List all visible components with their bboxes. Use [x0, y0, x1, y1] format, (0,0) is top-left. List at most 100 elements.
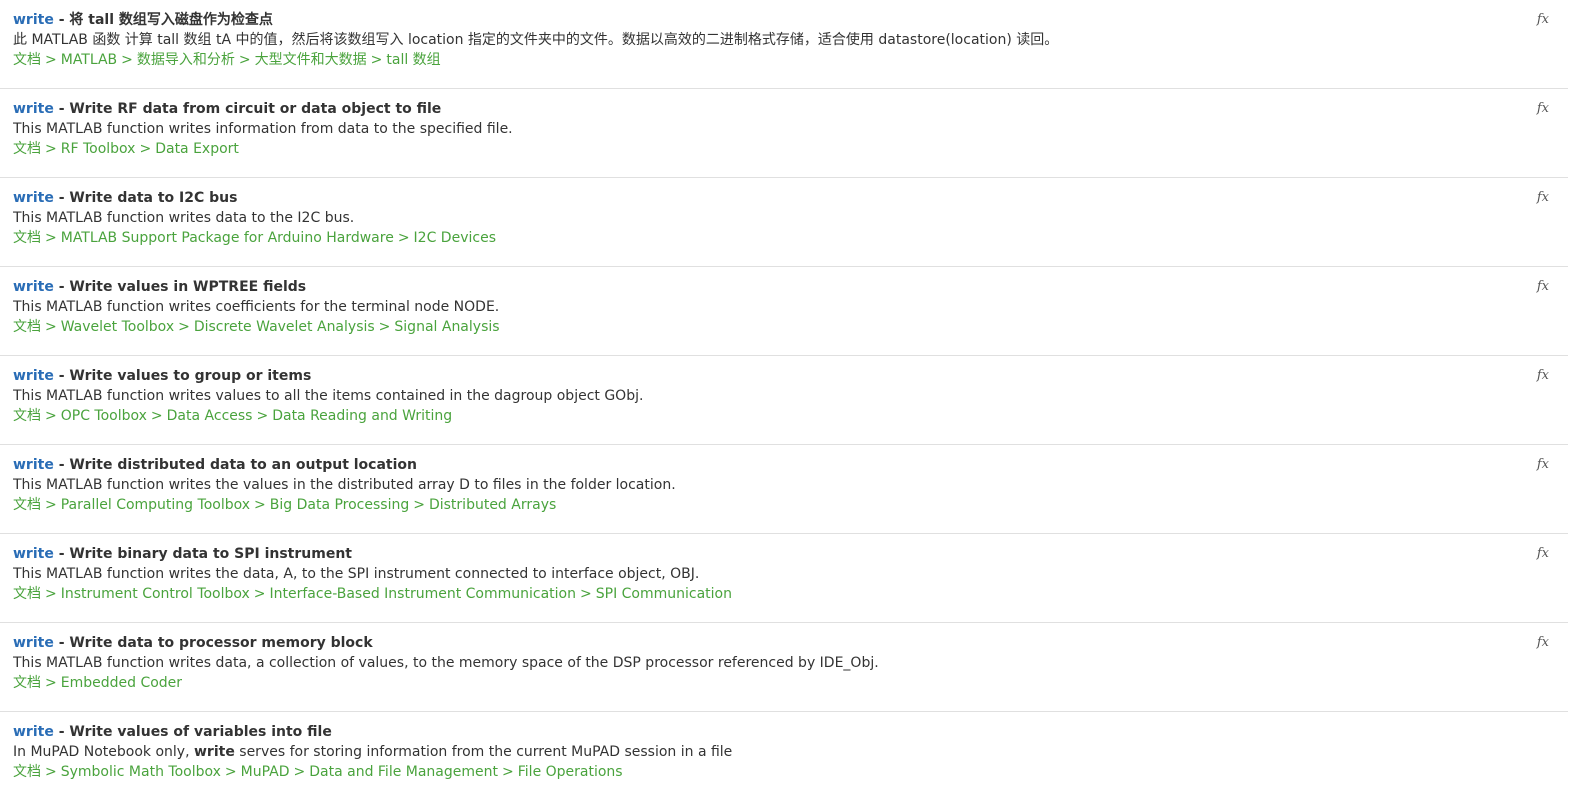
result-keyword-link[interactable]: write	[13, 190, 54, 206]
breadcrumb-item[interactable]: 大型文件和大数据	[255, 52, 367, 68]
result-item: write - Write values of variables into f…	[0, 712, 1568, 795]
breadcrumb-item[interactable]: 文档	[13, 497, 41, 513]
breadcrumb: 文档 > OPC Toolbox > Data Access > Data Reading …	[13, 407, 1518, 425]
breadcrumb-separator: >	[139, 141, 152, 157]
breadcrumb-item[interactable]: I2C Devices	[414, 230, 496, 246]
description-text: This MATLAB function writes values to al…	[13, 388, 644, 404]
description-text: In MuPAD Notebook only,	[13, 744, 194, 760]
breadcrumb-item[interactable]: Data and File Management	[309, 764, 498, 780]
result-title-text[interactable]: Write values of variables into file	[69, 724, 331, 740]
title-dash: -	[53, 546, 70, 562]
breadcrumb-separator: >	[45, 497, 57, 513]
result-item: write - Write RF data from circuit or da…	[0, 89, 1568, 178]
breadcrumb-item[interactable]: File Operations	[518, 764, 623, 780]
function-icon: fx	[1536, 368, 1549, 383]
breadcrumb-separator: >	[253, 586, 266, 602]
breadcrumb: 文档 > Instrument Control Toolbox > Interface-…	[13, 585, 1518, 603]
function-icon: fx	[1536, 546, 1549, 561]
breadcrumb-separator: >	[256, 408, 269, 424]
breadcrumb-item[interactable]: MATLAB Support Package for Arduino Hardw…	[61, 230, 394, 246]
breadcrumb-item[interactable]: 文档	[13, 52, 41, 68]
result-title-text[interactable]: Write distributed data to an output loca…	[69, 457, 417, 473]
function-icon: fx	[1536, 12, 1549, 27]
result-title: write - Write data to processor memory b…	[13, 634, 1518, 652]
result-title-text[interactable]: Write binary data to SPI instrument	[69, 546, 352, 562]
breadcrumb-separator: >	[238, 52, 251, 68]
result-title: write - Write values of variables into f…	[13, 723, 1518, 741]
breadcrumb-item[interactable]: Interface-Based Instrument Communication	[270, 586, 576, 602]
breadcrumb-item[interactable]: 数据导入和分析	[137, 52, 235, 68]
description-text: This MATLAB function writes the data, A,…	[13, 566, 700, 582]
result-description: This MATLAB function writes the values i…	[13, 476, 1518, 494]
result-item: write - Write distributed data to an out…	[0, 445, 1568, 534]
breadcrumb-item[interactable]: Embedded Coder	[61, 675, 182, 691]
description-text: This MATLAB function writes the values i…	[13, 477, 676, 493]
breadcrumb-item[interactable]: Big Data Processing	[270, 497, 409, 513]
breadcrumb-item[interactable]: MuPAD	[241, 764, 290, 780]
result-item: write - Write binary data to SPI instrum…	[0, 534, 1568, 623]
breadcrumb: 文档 > MATLAB > 数据导入和分析 > 大型文件和大数据 > tall 数组	[13, 51, 1518, 69]
breadcrumb-item[interactable]: Discrete Wavelet Analysis	[194, 319, 375, 335]
result-title-text[interactable]: Write values in WPTREE fields	[69, 279, 306, 295]
result-keyword-link[interactable]: write	[13, 279, 54, 295]
result-keyword-link[interactable]: write	[13, 368, 54, 384]
result-title: write - Write values to group or items	[13, 367, 1518, 385]
search-results-list: write - 将 tall 数组写入磁盘作为检查点 此 MATLAB 函数 计…	[0, 0, 1568, 795]
breadcrumb-item[interactable]: Symbolic Math Toolbox	[61, 764, 221, 780]
breadcrumb-separator: >	[178, 319, 190, 335]
result-keyword-link[interactable]: write	[13, 457, 54, 473]
breadcrumb-separator: >	[45, 230, 57, 246]
breadcrumb: 文档 > MATLAB Support Package for Arduino Ha…	[13, 229, 1518, 247]
breadcrumb-item[interactable]: RF Toolbox	[61, 141, 136, 157]
breadcrumb-item[interactable]: tall 数组	[386, 52, 440, 68]
result-keyword-link[interactable]: write	[13, 546, 54, 562]
breadcrumb-item[interactable]: 文档	[13, 141, 41, 157]
breadcrumb-item[interactable]: 文档	[13, 586, 41, 602]
result-item: write - Write data to processor memory b…	[0, 623, 1568, 712]
result-title-text[interactable]: Write data to I2C bus	[69, 190, 237, 206]
breadcrumb-item[interactable]: 文档	[13, 319, 41, 335]
result-keyword-link[interactable]: write	[13, 101, 54, 117]
title-dash: -	[53, 724, 70, 740]
breadcrumb-item[interactable]: 文档	[13, 764, 41, 780]
result-description: 此 MATLAB 函数 计算 tall 数组 tA 中的值，然后将该数组写入 l…	[13, 31, 1518, 49]
breadcrumb: 文档 > Parallel Computing Toolbox > Big Data P…	[13, 496, 1518, 514]
result-item: write - Write values to group or items T…	[0, 356, 1568, 445]
breadcrumb-item[interactable]: Wavelet Toolbox	[61, 319, 174, 335]
result-keyword-link[interactable]: write	[13, 12, 54, 28]
title-dash: -	[53, 635, 70, 651]
result-title-text[interactable]: Write RF data from circuit or data objec…	[69, 101, 441, 117]
breadcrumb-item[interactable]: SPI Communication	[596, 586, 732, 602]
breadcrumb-item[interactable]: 文档	[13, 675, 41, 691]
result-title: write - 将 tall 数组写入磁盘作为检查点	[13, 11, 1518, 29]
breadcrumb-separator: >	[150, 408, 163, 424]
result-keyword-link[interactable]: write	[13, 724, 54, 740]
result-title-text[interactable]: 将 tall 数组写入磁盘作为检查点	[69, 12, 273, 28]
breadcrumb-item[interactable]: Parallel Computing Toolbox	[61, 497, 250, 513]
breadcrumb-item[interactable]: Data Access	[167, 408, 253, 424]
breadcrumb-separator: >	[254, 497, 266, 513]
breadcrumb-item[interactable]: MATLAB	[61, 52, 117, 68]
breadcrumb-separator: >	[45, 586, 57, 602]
breadcrumb-item[interactable]: 文档	[13, 230, 41, 246]
breadcrumb-item[interactable]: 文档	[13, 408, 41, 424]
result-description: This MATLAB function writes data, a coll…	[13, 654, 1518, 672]
title-dash: -	[53, 368, 70, 384]
breadcrumb-item[interactable]: OPC Toolbox	[61, 408, 147, 424]
breadcrumb-item[interactable]: Data Reading and Writing	[272, 408, 452, 424]
function-icon: fx	[1536, 190, 1549, 205]
title-dash: -	[53, 12, 70, 28]
result-description: This MATLAB function writes values to al…	[13, 387, 1518, 405]
breadcrumb-separator: >	[293, 764, 306, 780]
breadcrumb-item[interactable]: Data Export	[155, 141, 239, 157]
breadcrumb-separator: >	[45, 52, 57, 68]
breadcrumb-item[interactable]: Instrument Control Toolbox	[61, 586, 250, 602]
breadcrumb-item[interactable]: Distributed Arrays	[429, 497, 556, 513]
result-title-text[interactable]: Write data to processor memory block	[69, 635, 372, 651]
result-item: write - 将 tall 数组写入磁盘作为检查点 此 MATLAB 函数 计…	[0, 0, 1568, 89]
result-title-text[interactable]: Write values to group or items	[69, 368, 311, 384]
function-icon: fx	[1536, 457, 1549, 472]
result-keyword-link[interactable]: write	[13, 635, 54, 651]
title-dash: -	[53, 279, 70, 295]
breadcrumb-item[interactable]: Signal Analysis	[394, 319, 499, 335]
